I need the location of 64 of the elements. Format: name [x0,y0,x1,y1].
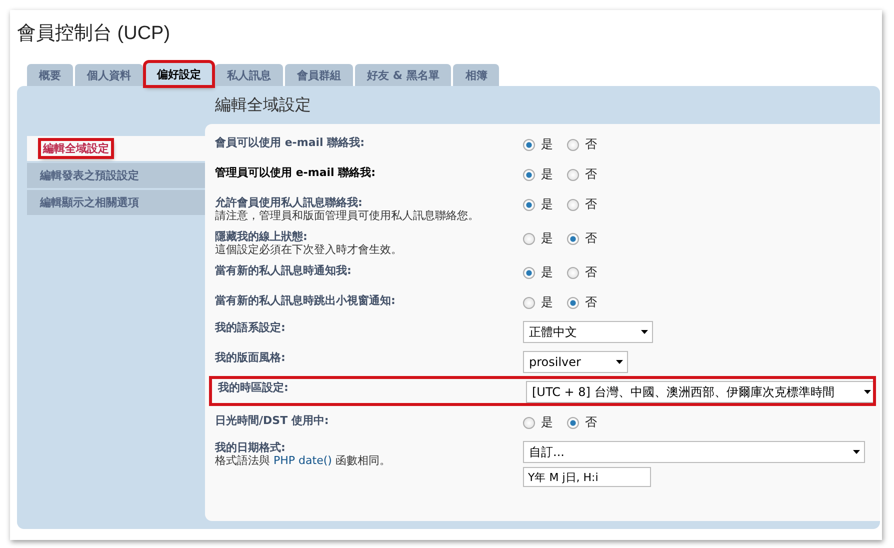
tab[interactable]: 會員群組 [285,64,353,86]
tab[interactable]: 相簿 [453,64,500,86]
setting-label: 會員可以使用 e-mail 聯絡我: [215,136,366,149]
setting-label: 管理員可以使用 e-mail 聯絡我: [215,166,377,179]
radio-button[interactable] [523,416,535,428]
radio-button[interactable] [523,168,535,180]
setting-label: 日光時間/DST 使用中: [215,414,330,427]
caret-icon [641,330,648,334]
php-date-link[interactable]: PHP date() [274,454,332,467]
radio-button[interactable] [523,138,535,150]
radio-label: 是 [541,414,553,431]
sidebar-item[interactable]: 編輯發表之預設設定 [27,163,205,188]
setting-label: 我的時區設定: [218,381,290,394]
radio-button[interactable] [567,296,579,308]
setting-label: 我的語系設定: [215,321,286,334]
radio-label: 是 [541,136,553,153]
sidebar-item[interactable]: 編輯顯示之相關選項 [27,190,205,215]
setting-label: 隱藏我的線上狀態: [215,230,308,243]
tab[interactable]: 概要 [27,64,73,86]
setting-hint: 請注意，管理員和版面管理員可使用私人訊息聯絡您。 [215,209,480,222]
radio-label: 是 [541,166,553,183]
radio-label: 是 [541,264,553,281]
page-title: 會員控制台 (UCP) [17,22,172,46]
setting-hint: 這個設定必須在下次登入時才會生效。 [215,243,403,256]
dropdown[interactable]: prosilver [523,351,628,373]
radio-label: 否 [585,196,597,213]
radio-label: 否 [585,414,597,431]
radio-label: 否 [585,264,597,281]
radio-button[interactable] [567,198,579,210]
radio-button[interactable] [567,168,579,180]
tab[interactable]: 偏好設定 [145,62,213,86]
tab[interactable]: 好友 & 黑名單 [355,64,452,86]
radio-label: 是 [541,230,553,247]
radio-label: 否 [585,136,597,153]
sidebar-item[interactable]: 編輯全域設定 [27,136,205,161]
radio-button[interactable] [523,198,535,210]
radio-button[interactable] [567,138,579,150]
setting-label: 我的日期格式: [215,441,286,454]
radio-label: 否 [585,294,597,311]
radio-button[interactable] [523,296,535,308]
caret-icon [616,360,623,364]
setting-label: 允許會員使用私人訊息聯絡我: [215,196,364,209]
setting-label: 當有新的私人訊息時跳出小視窗通知: [215,294,396,307]
setting-label: 我的版面風格: [215,351,286,364]
setting-label: 當有新的私人訊息時通知我: [215,264,352,277]
tab[interactable]: 個人資料 [75,64,143,86]
radio-button[interactable] [567,266,579,278]
dropdown[interactable]: 自訂... [523,441,865,463]
caret-icon [853,450,860,454]
radio-button[interactable] [523,266,535,278]
radio-button[interactable] [523,232,535,244]
section-heading: 編輯全域設定 [214,94,312,116]
radio-label: 是 [541,294,553,311]
radio-label: 是 [541,196,553,213]
tab[interactable]: 私人訊息 [215,64,283,86]
dropdown[interactable]: [UTC + 8] 台灣、中國、澳洲西部、伊爾庫次克標準時間 [526,381,876,403]
radio-button[interactable] [567,232,579,244]
caret-icon [864,390,871,394]
radio-label: 否 [585,166,597,183]
setting-hint: 格式語法與 PHP date() 函數相同。 [215,454,392,467]
input-field[interactable]: Y年 M j日, H:i [523,467,651,487]
dropdown[interactable]: 正體中文 [523,321,653,343]
radio-button[interactable] [567,416,579,428]
radio-label: 否 [585,230,597,247]
